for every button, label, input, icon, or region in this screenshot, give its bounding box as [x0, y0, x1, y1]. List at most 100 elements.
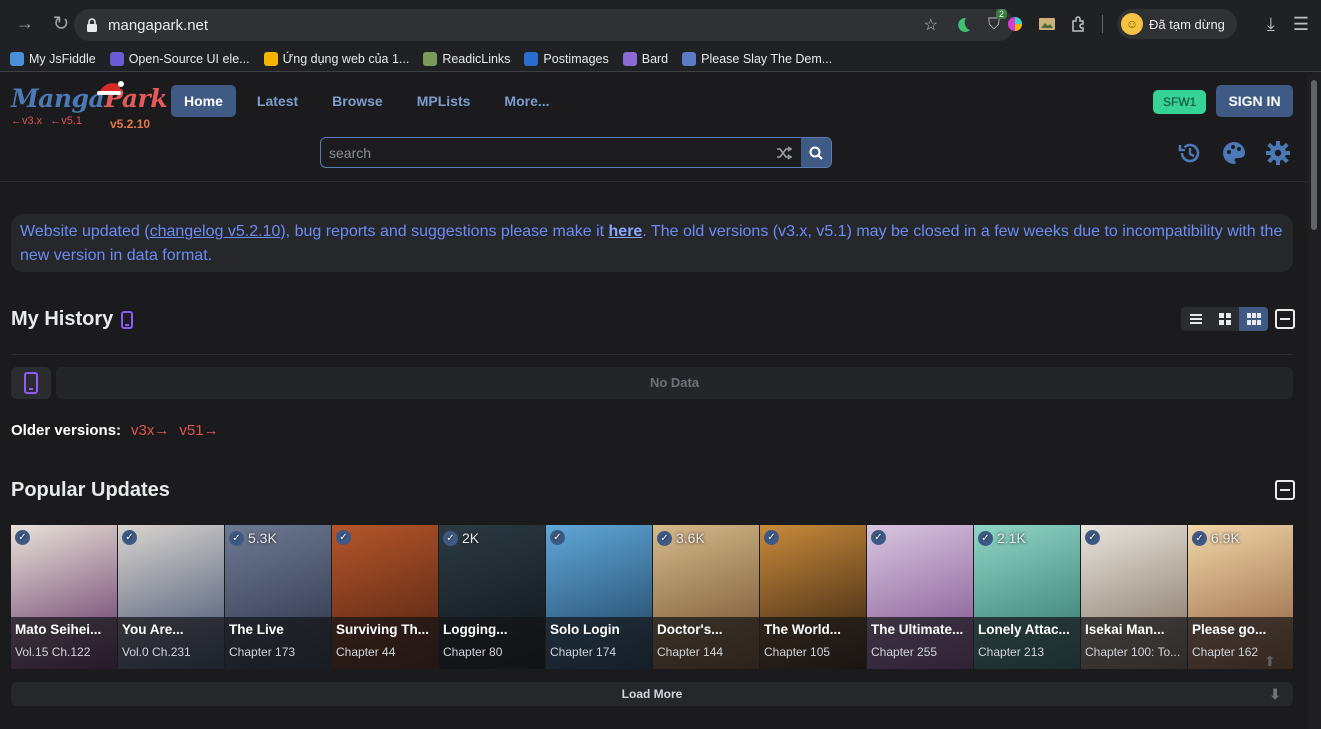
download-icon[interactable]: ⤓: [1267, 14, 1275, 35]
manga-chapter[interactable]: Chapter 213: [978, 645, 1076, 659]
views-badge: ✓: [336, 530, 355, 545]
random-shuffle-icon[interactable]: [767, 138, 801, 167]
manga-chapter[interactable]: Vol.0 Ch.231: [122, 645, 220, 659]
manga-chapter[interactable]: Chapter 80: [443, 645, 541, 659]
bookmark-item[interactable]: Open-Source UI ele...: [109, 51, 250, 66]
manga-title[interactable]: Surviving Th...: [336, 622, 434, 637]
image-extension-icon[interactable]: [1038, 16, 1056, 32]
bookmark-item[interactable]: Postimages: [524, 51, 609, 66]
bookmarks-bar: My JsFiddle Open-Source UI ele... Ứng dụng…: [0, 46, 1321, 72]
manga-chapter[interactable]: Vol.15 Ch.122: [15, 645, 113, 659]
older-v3-link[interactable]: v3x→: [131, 422, 169, 439]
changelog-link[interactable]: changelog v5.2.10: [150, 223, 281, 240]
manga-card[interactable]: ✓ The Ultimate... Chapter 255: [867, 525, 974, 669]
scrollbar-thumb[interactable]: [1311, 80, 1317, 230]
manga-card[interactable]: ✓ Mato Seihei... Vol.15 Ch.122: [11, 525, 118, 669]
manga-card[interactable]: ✓ You Are... Vol.0 Ch.231: [118, 525, 225, 669]
older-v5-link[interactable]: v51→: [179, 422, 218, 439]
nav-more-link[interactable]: More...: [491, 85, 562, 117]
manga-card[interactable]: ✓ The World... Chapter 105: [760, 525, 867, 669]
nav-browse-link[interactable]: Browse: [319, 85, 396, 117]
bookmark-item[interactable]: My JsFiddle: [10, 51, 96, 66]
page-scrollbar[interactable]: [1307, 74, 1321, 729]
manga-title[interactable]: The World...: [764, 622, 862, 637]
manga-title[interactable]: Logging...: [443, 622, 541, 637]
feedback-here-link[interactable]: here: [609, 223, 643, 240]
manga-card[interactable]: ✓ Isekai Man... Chapter 100: To...: [1081, 525, 1188, 669]
manga-info: Isekai Man... Chapter 100: To...: [1081, 617, 1187, 669]
nav-mplists-link[interactable]: MPLists: [404, 85, 484, 117]
sign-in-button[interactable]: SIGN IN: [1216, 85, 1293, 117]
manga-chapter[interactable]: Chapter 173: [229, 645, 327, 659]
forward-icon[interactable]: →: [10, 8, 40, 38]
manga-card[interactable]: ✓ Solo Login Chapter 174: [546, 525, 653, 669]
search-input[interactable]: [321, 138, 767, 167]
history-icon[interactable]: [1177, 140, 1203, 166]
manga-card[interactable]: ✓ 2.1K Lonely Attac... Chapter 213: [974, 525, 1081, 669]
legacy-v5-link[interactable]: ←v5.1: [50, 115, 82, 127]
manga-title[interactable]: Please go...: [1192, 622, 1290, 637]
santa-hat-icon: [97, 81, 124, 95]
manga-title[interactable]: Lonely Attac...: [978, 622, 1076, 637]
verified-check-icon: ✓: [443, 530, 458, 546]
bookmark-label: Ứng dụng web của 1...: [282, 51, 410, 66]
main-nav: Home Latest Browse MPLists More...: [171, 85, 563, 117]
sfw-toggle[interactable]: SFW1: [1153, 90, 1207, 114]
manga-title[interactable]: Mato Seihei...: [15, 622, 113, 637]
views-badge: ✓ 6.9K: [1192, 530, 1240, 546]
site-logo[interactable]: MangaPark ←v3.x ←v5.1 v5.2.10: [11, 81, 168, 131]
manga-card[interactable]: ✓ Surviving Th... Chapter 44: [332, 525, 439, 669]
manga-title[interactable]: You Are...: [122, 622, 220, 637]
color-wheel-icon[interactable]: [1006, 15, 1024, 33]
manga-chapter[interactable]: Chapter 174: [550, 645, 648, 659]
bookmark-item[interactable]: ReadicLinks: [423, 51, 510, 66]
list-view-icon[interactable]: [1181, 307, 1210, 331]
grid-view-icon[interactable]: [1210, 307, 1239, 331]
scroll-up-icon[interactable]: ⬆: [1264, 653, 1276, 670]
settings-gear-icon[interactable]: [1265, 140, 1291, 166]
manga-chapter[interactable]: Chapter 105: [764, 645, 862, 659]
verified-check-icon: ✓: [1085, 530, 1100, 545]
views-count: 3.6K: [676, 530, 705, 546]
history-collapse-icon[interactable]: [1275, 309, 1295, 329]
popular-updates-heading: Popular Updates: [11, 479, 170, 501]
extensions-puzzle-icon[interactable]: [1070, 15, 1088, 33]
manga-title[interactable]: The Live: [229, 622, 327, 637]
shield-extension-icon[interactable]: ⛉ 2: [988, 9, 1007, 34]
profile-button[interactable]: ☺ Đã tạm dừng: [1117, 9, 1237, 39]
manga-card[interactable]: ✓ 3.6K Doctor's... Chapter 144: [653, 525, 760, 669]
search-button[interactable]: [801, 138, 831, 167]
lock-icon: [87, 18, 97, 32]
manga-chapter[interactable]: Chapter 44: [336, 645, 434, 659]
manga-title[interactable]: Doctor's...: [657, 622, 755, 637]
bookmark-star-icon[interactable]: ☆: [924, 15, 938, 35]
views-badge: ✓: [871, 530, 890, 545]
profile-avatar-icon: ☺: [1121, 13, 1143, 35]
menu-icon[interactable]: ☰: [1293, 14, 1309, 35]
manga-card[interactable]: ✓ 2K Logging... Chapter 80: [439, 525, 546, 669]
load-more-button[interactable]: Load More ⬇: [11, 682, 1293, 706]
manga-card[interactable]: ✓ 5.3K The Live Chapter 173: [225, 525, 332, 669]
views-badge: ✓: [122, 530, 141, 545]
legacy-v3-link[interactable]: ←v3.x: [11, 115, 42, 127]
nav-home-link[interactable]: Home: [171, 85, 236, 117]
profile-status: Đã tạm dừng: [1149, 16, 1225, 32]
manga-chapter[interactable]: Chapter 100: To...: [1085, 645, 1183, 659]
address-bar[interactable]: mangapark.net ☆ ⛉ 2: [74, 9, 1014, 41]
reload-icon[interactable]: ↻: [46, 8, 76, 38]
bookmark-item[interactable]: Bard: [622, 51, 668, 66]
manga-title[interactable]: Isekai Man...: [1085, 622, 1183, 637]
palette-icon[interactable]: [1221, 140, 1247, 166]
manga-card[interactable]: ✓ 6.9K Please go... Chapter 162: [1188, 525, 1293, 669]
bookmark-item[interactable]: Please Slay The Dem...: [682, 51, 832, 66]
manga-chapter[interactable]: Chapter 255: [871, 645, 969, 659]
dark-mode-extension-icon[interactable]: [954, 16, 972, 34]
manga-title[interactable]: The Ultimate...: [871, 622, 969, 637]
nav-latest-link[interactable]: Latest: [244, 85, 311, 117]
popular-collapse-icon[interactable]: [1275, 480, 1295, 500]
compact-grid-view-icon[interactable]: [1239, 307, 1268, 331]
manga-title[interactable]: Solo Login: [550, 622, 648, 637]
device-filter-button[interactable]: [11, 367, 51, 399]
manga-chapter[interactable]: Chapter 144: [657, 645, 755, 659]
bookmark-item[interactable]: Ứng dụng web của 1...: [263, 51, 410, 66]
